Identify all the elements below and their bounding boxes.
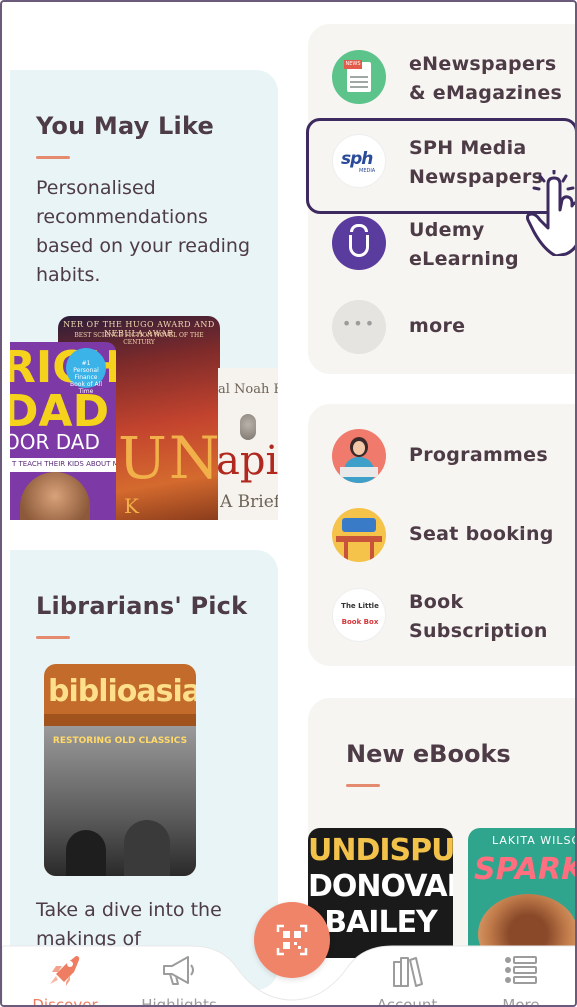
dune-title: UNE: [118, 424, 220, 492]
facility-label: Book Subscription: [409, 591, 548, 642]
rich-badge-text: #1 Personal Finance Book of All Time: [70, 360, 102, 395]
you-may-like-title: You May Like: [36, 112, 214, 140]
facility-seat-booking[interactable]: Seat booking: [332, 508, 572, 568]
megaphone-icon: [163, 956, 194, 985]
service-enewspapers[interactable]: NEWS eNewspapers & eMagazines: [332, 50, 572, 110]
biblioasia-photo: [44, 726, 196, 876]
scan-button[interactable]: [254, 902, 330, 978]
author-photo: [20, 472, 90, 520]
new-ebooks-title: New eBooks: [346, 740, 511, 768]
udemy-u: [349, 235, 369, 257]
udemy-cap: [350, 224, 368, 232]
facility-programmes[interactable]: Programmes: [332, 429, 572, 489]
nav-label: Discover: [32, 996, 98, 1007]
nav-label: Highlights: [141, 996, 217, 1007]
seat-booking-icon: [332, 508, 386, 562]
udemy-logo: [332, 216, 386, 270]
app-screen: You May Like Personalised recommendation…: [0, 0, 577, 1007]
rich-strip-text: T TEACH THEIR KIDS ABOUT MONEY –: [12, 460, 116, 468]
table-shape: [336, 536, 382, 542]
news-tag: NEWS: [344, 60, 362, 69]
service-label: Udemy eLearning: [409, 219, 519, 270]
laptop-shape: [340, 467, 378, 477]
book-box-line-1: The Little: [341, 602, 379, 610]
title-accent-line: [36, 156, 70, 159]
menu-list-icon: [505, 956, 537, 984]
dots: •••: [341, 314, 377, 333]
rich-dad-strip: T TEACH THEIR KIDS ABOUT MONEY –: [10, 458, 116, 472]
facility-label: Programmes: [409, 444, 548, 466]
undisputed-line: UNDISPUTED: [308, 833, 453, 868]
sapiens-author: al Noah Har: [218, 382, 278, 397]
service-label: more: [409, 315, 466, 337]
service-more[interactable]: ••• more: [332, 300, 572, 360]
photo-figure: [124, 820, 170, 876]
title-accent-line: [346, 784, 380, 787]
pointer-hand-icon: [526, 170, 575, 256]
sapiens-subtitle: A Brief: [220, 492, 278, 512]
book-cover-sapiens[interactable]: al Noah Har apien A Brief: [218, 368, 278, 520]
nav-highlights[interactable]: Highlights: [124, 952, 234, 1007]
person-face: [353, 441, 365, 455]
librarians-pick-title: Librarians' Pick: [36, 592, 248, 620]
programmes-icon: [332, 429, 386, 483]
chair-shape: [342, 518, 376, 532]
book-cover-rich-dad[interactable]: RICHDAD #1 Personal Finance Book of All …: [10, 342, 116, 520]
qr-scan-icon: [276, 924, 308, 956]
biblioasia-headline: RESTORING OLD CLASSICS: [52, 736, 188, 746]
nav-label: Account: [376, 996, 438, 1007]
rich-dad-subtitle: OOR DAD: [10, 430, 100, 454]
table-leg: [344, 542, 348, 560]
newspaper-icon: NEWS: [332, 50, 386, 104]
spark-author: LAKITA WILSON: [492, 834, 575, 847]
book-box-line-2: Book Box: [341, 618, 379, 626]
sapiens-title: apien: [218, 438, 278, 484]
you-may-like-description: Personalised recommendations based on yo…: [36, 177, 251, 286]
biblioasia-bar: [44, 714, 196, 726]
nav-more[interactable]: More: [466, 952, 575, 1007]
undisputed-line: DONOVAN: [308, 869, 453, 904]
rich-dad-badge: #1 Personal Finance Book of All Time: [66, 348, 106, 395]
biblioasia-logo: biblioasia: [48, 674, 196, 709]
photo-figure: [66, 830, 106, 876]
fingerprint-image: [240, 414, 256, 440]
book-cover-biblioasia[interactable]: biblioasia RESTORING OLD CLASSICS: [44, 664, 196, 876]
nav-account[interactable]: Account: [352, 952, 462, 1007]
books-icon: [393, 957, 423, 987]
nav-label: More: [502, 996, 540, 1007]
title-accent-line: [36, 636, 70, 639]
dune-author: K HERBERT: [124, 494, 220, 520]
little-book-box-logo: The Little Book Box: [332, 588, 386, 642]
more-dots-icon: •••: [332, 300, 386, 354]
facility-book-subscription[interactable]: The Little Book Box Book Subscription: [332, 588, 572, 648]
rocket-icon: [50, 956, 80, 986]
table-leg: [370, 542, 374, 560]
spark-title: SPARK: [474, 852, 577, 887]
nav-discover[interactable]: Discover: [10, 952, 120, 1007]
facility-label: Seat booking: [409, 523, 554, 545]
service-label: eNewspapers & eMagazines: [409, 53, 563, 104]
